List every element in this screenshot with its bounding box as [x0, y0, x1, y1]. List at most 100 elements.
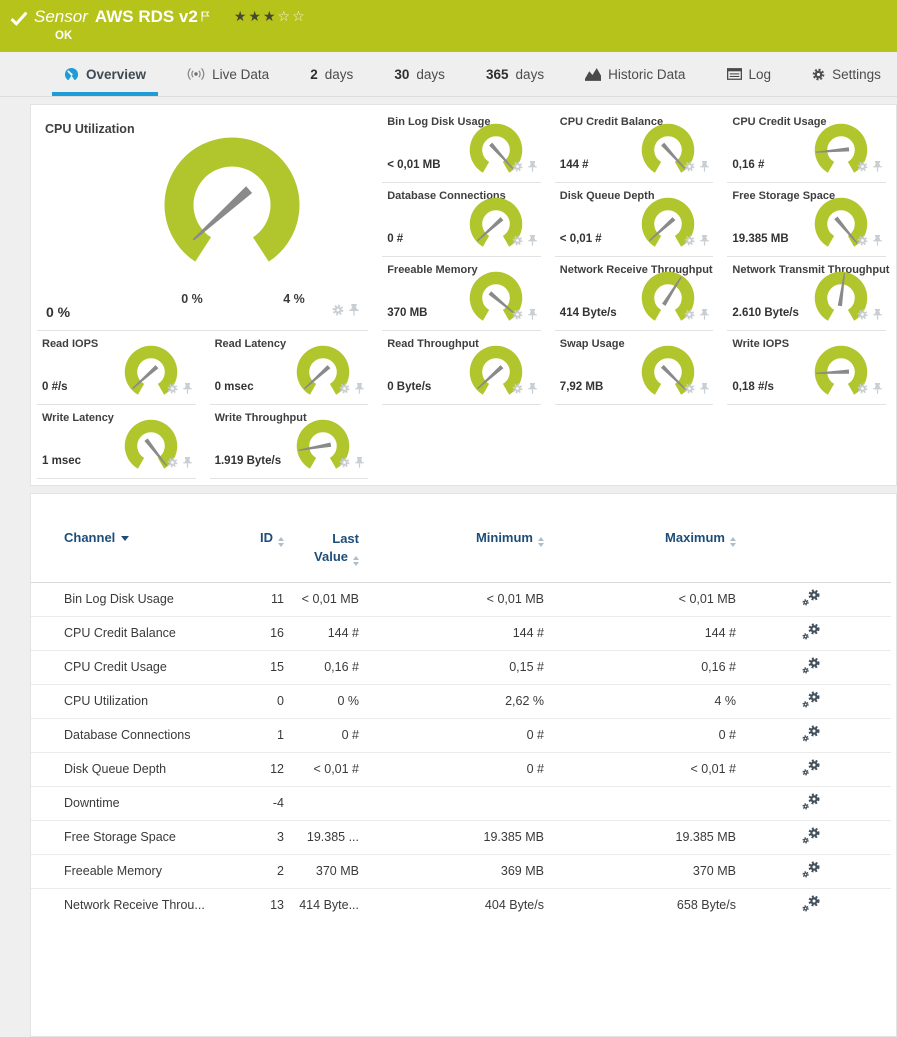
gear-icon[interactable] — [857, 381, 868, 399]
priority-stars[interactable]: ★★★☆☆ — [234, 8, 307, 24]
cell-maximum: 0,16 # — [544, 650, 736, 684]
active-tab-indicator — [52, 92, 158, 96]
pin-icon[interactable] — [182, 381, 193, 399]
channel-settings-gears-icon[interactable] — [802, 691, 821, 711]
cell-maximum: 0 # — [544, 718, 736, 752]
pin-icon[interactable] — [527, 233, 538, 251]
gauge-tile-database-connections[interactable]: Database Connections0 # — [382, 183, 541, 257]
table-row-free-storage-space: Free Storage Space319.385 ...19.385 MB19… — [31, 820, 891, 854]
gear-icon[interactable] — [857, 233, 868, 251]
cell-channel: Disk Queue Depth — [31, 752, 234, 786]
gauge-value: 0,16 # — [732, 159, 764, 171]
channel-settings-gears-icon[interactable] — [802, 861, 821, 881]
tab-2-days[interactable]: 2days — [306, 52, 357, 96]
gauge-tile-write-iops[interactable]: Write IOPS0,18 #/s — [727, 331, 886, 405]
tab-live-data[interactable]: Live Data — [183, 52, 273, 96]
gear-icon[interactable] — [857, 307, 868, 325]
gauge-value: 144 # — [560, 159, 589, 171]
channel-settings-gears-icon[interactable] — [802, 725, 821, 745]
gear-icon[interactable] — [512, 307, 523, 325]
gauge-value: 1.919 Byte/s — [215, 455, 282, 467]
gauge-tile-write-latency[interactable]: Write Latency1 msec — [37, 405, 196, 479]
table-row-downtime: Downtime-4 — [31, 786, 891, 820]
object-type-label: Sensor — [34, 7, 88, 26]
column-header-channel[interactable]: Channel — [31, 516, 234, 582]
gauge-value: 370 MB — [387, 307, 427, 319]
gear-icon[interactable] — [167, 381, 178, 399]
cell-minimum: 404 Byte/s — [359, 888, 544, 922]
channel-settings-gears-icon[interactable] — [802, 793, 821, 813]
pin-icon[interactable] — [872, 233, 883, 251]
column-header-minimum[interactable]: Minimum — [359, 516, 544, 582]
pin-icon[interactable] — [872, 307, 883, 325]
gauge-tile-cpu-credit-usage[interactable]: CPU Credit Usage0,16 # — [727, 109, 886, 183]
tab-365-days[interactable]: 365days — [482, 52, 548, 96]
gauge-tile-cpu-utilization[interactable]: CPU Utilization 0 % 4 % 0 % — [37, 109, 368, 331]
cell-minimum: 0 # — [359, 718, 544, 752]
gauge-title: Swap Usage — [560, 338, 625, 350]
gear-icon[interactable] — [684, 233, 695, 251]
gear-icon[interactable] — [512, 381, 523, 399]
gear-icon[interactable] — [684, 307, 695, 325]
pin-icon[interactable] — [699, 233, 710, 251]
tab-30-days[interactable]: 30days — [390, 52, 449, 96]
pin-icon[interactable] — [872, 381, 883, 399]
gauge-tile-read-latency[interactable]: Read Latency0 msec — [210, 331, 369, 405]
cell-last-value: 0,16 # — [284, 650, 359, 684]
column-header-id[interactable]: ID — [234, 516, 284, 582]
pin-icon[interactable] — [182, 455, 193, 473]
pin-icon[interactable] — [354, 381, 365, 399]
pin-icon[interactable] — [699, 159, 710, 177]
gauge-tile-network-transmit-throughput[interactable]: Network Transmit Throughput2.610 Byte/s — [727, 257, 886, 331]
gear-icon[interactable] — [684, 381, 695, 399]
channel-settings-gears-icon[interactable] — [802, 895, 821, 915]
gear-icon[interactable] — [167, 455, 178, 473]
tab-historic-data[interactable]: Historic Data — [581, 52, 689, 96]
gauge-tile-network-receive-throughput[interactable]: Network Receive Throughput414 Byte/s — [555, 257, 714, 331]
gauge-tile-read-iops[interactable]: Read IOPS0 #/s — [37, 331, 196, 405]
channel-settings-gears-icon[interactable] — [802, 623, 821, 643]
tab-log[interactable]: Log — [723, 52, 776, 96]
cell-last-value: < 0,01 MB — [284, 582, 359, 616]
column-header-last-value[interactable]: Last Value — [284, 516, 359, 582]
cell-maximum: < 0,01 MB — [544, 582, 736, 616]
channel-settings-gears-icon[interactable] — [802, 827, 821, 847]
pin-icon[interactable] — [348, 303, 360, 321]
gear-icon[interactable] — [332, 303, 344, 321]
gauge-icon — [64, 67, 79, 82]
gauge-tile-free-storage-space[interactable]: Free Storage Space19.385 MB — [727, 183, 886, 257]
gauge-tile-swap-usage[interactable]: Swap Usage7,92 MB — [555, 331, 714, 405]
cell-id: 13 — [234, 888, 284, 922]
cell-maximum: 370 MB — [544, 854, 736, 888]
cell-last-value: 19.385 ... — [284, 820, 359, 854]
gear-icon[interactable] — [512, 233, 523, 251]
pin-icon[interactable] — [527, 159, 538, 177]
column-header-maximum[interactable]: Maximum — [544, 516, 736, 582]
cell-channel: Bin Log Disk Usage — [31, 582, 234, 616]
gear-icon[interactable] — [339, 455, 350, 473]
pin-icon[interactable] — [699, 381, 710, 399]
channel-settings-gears-icon[interactable] — [802, 657, 821, 677]
pin-icon[interactable] — [699, 307, 710, 325]
pin-icon[interactable] — [872, 159, 883, 177]
gauge-tile-write-throughput[interactable]: Write Throughput1.919 Byte/s — [210, 405, 369, 479]
cell-last-value: 144 # — [284, 616, 359, 650]
channel-settings-gears-icon[interactable] — [802, 759, 821, 779]
gear-icon[interactable] — [339, 381, 350, 399]
gear-icon[interactable] — [512, 159, 523, 177]
gauge-tile-freeable-memory[interactable]: Freeable Memory370 MB — [382, 257, 541, 331]
pin-icon[interactable] — [527, 307, 538, 325]
tab-settings[interactable]: Settings — [808, 52, 885, 96]
gauge-tile-bin-log-disk-usage[interactable]: Bin Log Disk Usage< 0,01 MB — [382, 109, 541, 183]
gear-icon[interactable] — [684, 159, 695, 177]
pin-icon[interactable] — [527, 381, 538, 399]
channel-settings-gears-icon[interactable] — [802, 589, 821, 609]
gauge-tile-cpu-credit-balance[interactable]: CPU Credit Balance144 # — [555, 109, 714, 183]
gauge-tile-read-throughput[interactable]: Read Throughput0 Byte/s — [382, 331, 541, 405]
gauge-tile-disk-queue-depth[interactable]: Disk Queue Depth< 0,01 # — [555, 183, 714, 257]
table-row-disk-queue-depth: Disk Queue Depth12< 0,01 #0 #< 0,01 # — [31, 752, 891, 786]
tab-overview[interactable]: Overview — [60, 52, 150, 96]
gear-icon[interactable] — [857, 159, 868, 177]
cell-id: 3 — [234, 820, 284, 854]
pin-icon[interactable] — [354, 455, 365, 473]
